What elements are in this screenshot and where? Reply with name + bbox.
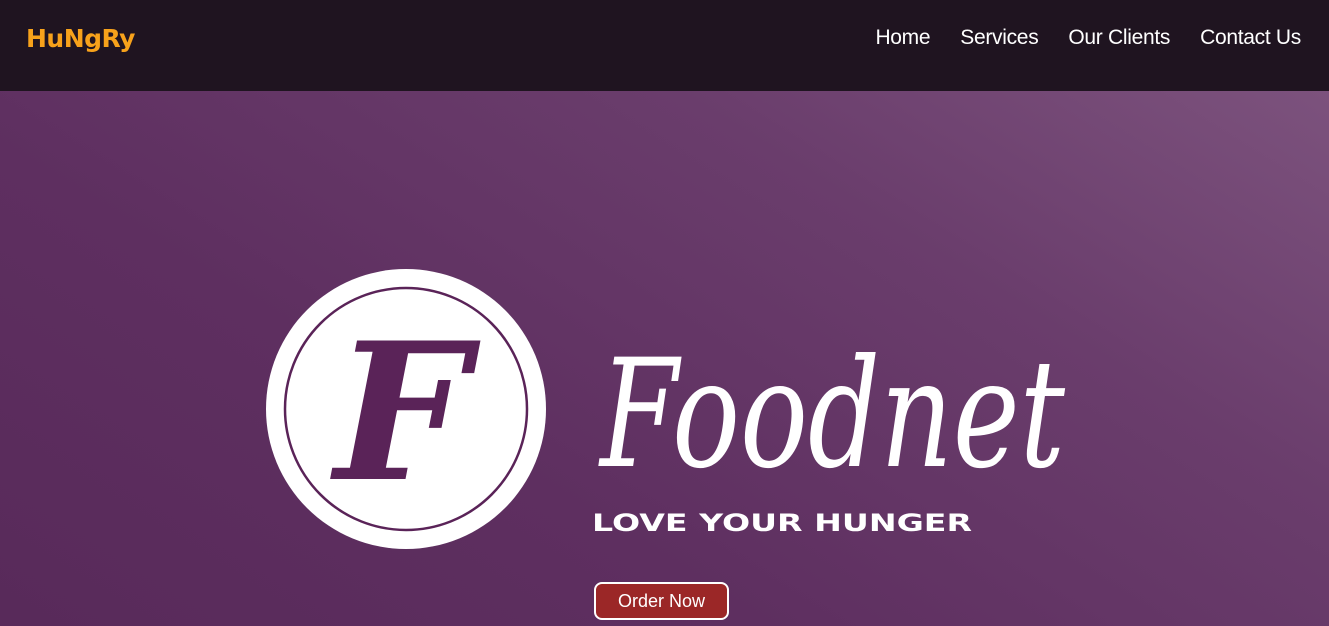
foodnet-emblem: F	[266, 269, 546, 549]
top-navbar: HuNgRy Home Services Our Clients Contact…	[0, 0, 1329, 91]
foodnet-logo: F Foodnet LOVE YOUR HUNGER	[266, 269, 1066, 549]
nav-link-contact-us[interactable]: Contact Us	[1200, 26, 1301, 50]
nav-link-our-clients[interactable]: Our Clients	[1068, 26, 1170, 50]
brand-logo-link[interactable]: HuNgRy	[26, 24, 135, 53]
hero-banner: F Foodnet LOVE YOUR HUNGER Order Now	[0, 91, 1329, 626]
nav-link-home[interactable]: Home	[875, 26, 930, 50]
nav-links: Home Services Our Clients Contact Us	[845, 26, 1301, 50]
nav-link-services[interactable]: Services	[960, 26, 1038, 50]
logo-wordmark: Foodnet	[598, 328, 1066, 502]
emblem-letter: F	[330, 301, 481, 524]
order-now-button[interactable]: Order Now	[594, 582, 729, 620]
logo-tagline: LOVE YOUR HUNGER	[592, 509, 972, 537]
